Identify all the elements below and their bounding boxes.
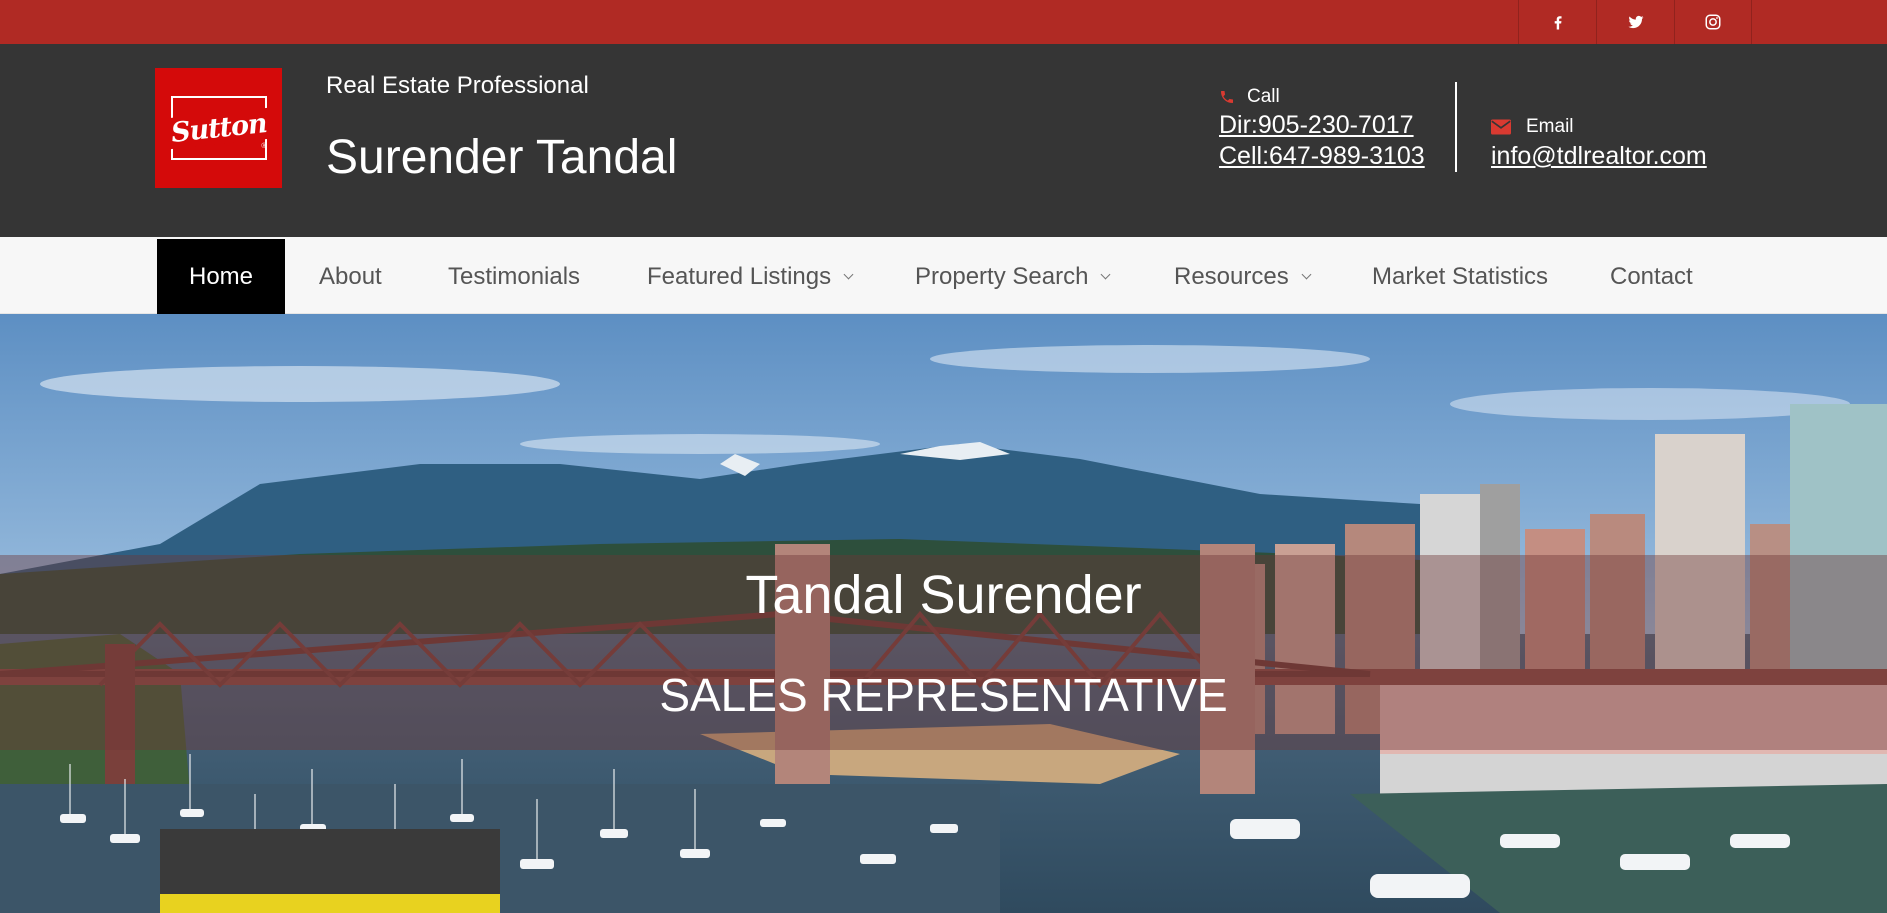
hero-banner: Tandal Surender SALES REPRESENTATIVE bbox=[0, 314, 1887, 913]
nav-label-contact: Contact bbox=[1610, 262, 1693, 290]
twitter-icon bbox=[1628, 15, 1643, 29]
logo-registered-mark: ® bbox=[261, 143, 267, 150]
direct-phone-link[interactable]: Dir:905-230-7017 bbox=[1219, 110, 1425, 141]
twitter-link[interactable] bbox=[1596, 0, 1674, 44]
chevron-down-icon bbox=[1301, 269, 1312, 279]
call-label-text: Call bbox=[1247, 86, 1280, 107]
email-label-text: Email bbox=[1526, 116, 1574, 137]
chevron-down-icon bbox=[1100, 269, 1111, 279]
email-block: Email info@tdlrealtor.com bbox=[1491, 114, 1707, 173]
nav-label-home: Home bbox=[189, 262, 254, 290]
nav-label-market-statistics: Market Statistics bbox=[1372, 262, 1549, 290]
tagline: Real Estate Professional bbox=[326, 72, 589, 99]
instagram-link[interactable] bbox=[1674, 0, 1752, 44]
envelope-icon bbox=[1491, 119, 1511, 135]
contact-divider bbox=[1455, 82, 1457, 172]
email-label: Email bbox=[1491, 114, 1707, 140]
nav-item-home[interactable]: Home bbox=[157, 239, 286, 314]
nav-item-contact[interactable]: Contact bbox=[1610, 239, 1693, 314]
facebook-link[interactable] bbox=[1518, 0, 1596, 44]
cell-phone-link[interactable]: Cell:647-989-3103 bbox=[1219, 141, 1425, 172]
nav-item-testimonials[interactable]: Testimonials bbox=[448, 239, 580, 314]
nav-item-featured-listings[interactable]: Featured Listings bbox=[647, 239, 854, 314]
hero-name: Tandal Surender bbox=[745, 565, 1142, 625]
nav-item-market-statistics[interactable]: Market Statistics bbox=[1372, 239, 1548, 314]
site-header: Sutton ® Real Estate Professional Surend… bbox=[0, 44, 1887, 237]
logo-frame: Sutton ® bbox=[167, 96, 270, 160]
nav-label-featured-listings: Featured Listings bbox=[647, 262, 832, 290]
main-nav: Home About Testimonials Featured Listing… bbox=[0, 237, 1887, 314]
facebook-icon bbox=[1554, 16, 1562, 30]
phone-icon bbox=[1221, 91, 1233, 103]
email-link[interactable]: info@tdlrealtor.com bbox=[1491, 140, 1707, 173]
call-label: Call bbox=[1219, 84, 1425, 110]
agent-name: Surender Tandal bbox=[326, 131, 678, 184]
nav-label-about: About bbox=[319, 262, 382, 290]
nav-label-property-search: Property Search bbox=[915, 262, 1089, 290]
hero-title: SALES REPRESENTATIVE bbox=[659, 669, 1228, 721]
nav-label-testimonials: Testimonials bbox=[448, 262, 581, 290]
social-bar bbox=[0, 0, 1887, 44]
nav-label-resources: Resources bbox=[1174, 262, 1289, 290]
logo-text: Sutton bbox=[167, 107, 270, 149]
chevron-down-icon bbox=[843, 269, 854, 279]
nav-item-property-search[interactable]: Property Search bbox=[915, 239, 1111, 314]
call-block: Call Dir:905-230-7017 Cell:647-989-3103 bbox=[1219, 84, 1425, 172]
sutton-logo[interactable]: Sutton ® bbox=[155, 68, 282, 188]
nav-item-about[interactable]: About bbox=[319, 239, 382, 314]
nav-item-resources[interactable]: Resources bbox=[1174, 239, 1312, 314]
instagram-icon bbox=[1705, 14, 1721, 30]
